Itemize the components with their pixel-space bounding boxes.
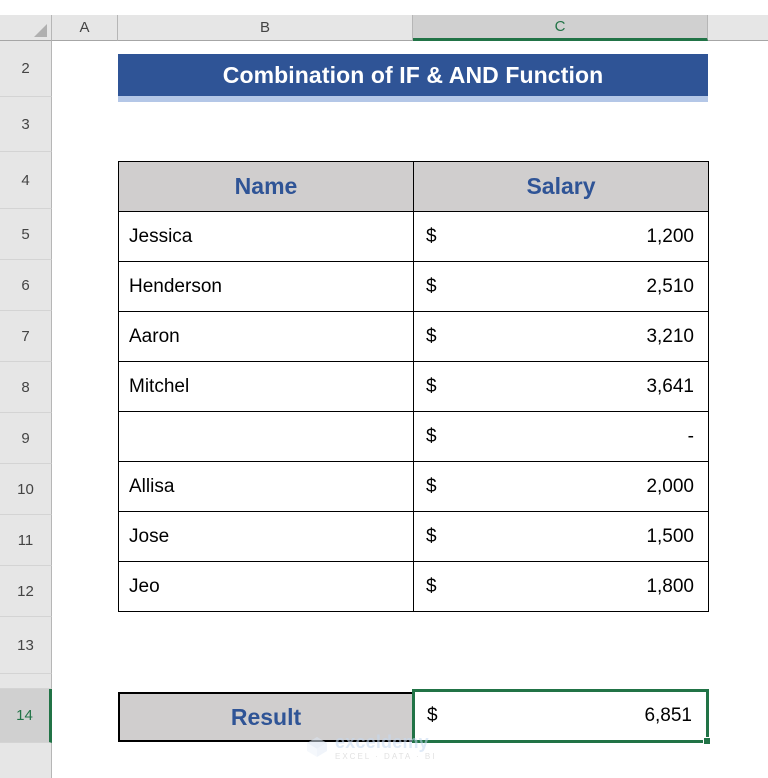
row-header-15[interactable] <box>0 743 52 778</box>
row-header-8[interactable]: 8 <box>0 362 52 413</box>
salary-amount: 3,641 <box>646 375 694 397</box>
row-header-12[interactable]: 12 <box>0 566 52 617</box>
salary-table: Name Salary Jessica $1,200 Henderson $2,510… <box>118 161 709 612</box>
row-header-11[interactable]: 11 <box>0 515 52 566</box>
result-value-cell[interactable]: $ 6,851 <box>412 689 709 743</box>
column-header-name: Name <box>118 161 414 212</box>
table-row: $ - <box>118 411 709 462</box>
currency-symbol: $ <box>426 225 437 247</box>
cell-name[interactable]: Jeo <box>118 561 414 612</box>
currency-symbol: $ <box>427 705 438 726</box>
currency-symbol: $ <box>426 575 437 597</box>
cell-name[interactable]: Henderson <box>118 261 414 312</box>
table-row: Jeo $1,800 <box>118 561 709 612</box>
column-header-d[interactable] <box>708 15 768 41</box>
column-header-c[interactable]: C <box>413 15 708 41</box>
spreadsheet-grid: A B C 2 3 4 5 6 7 8 9 10 11 12 13 14 Com… <box>0 0 768 778</box>
currency-symbol: $ <box>426 475 437 497</box>
column-header-b[interactable]: B <box>118 15 413 41</box>
row-header-7[interactable]: 7 <box>0 311 52 362</box>
result-label-cell[interactable]: Result <box>118 692 414 742</box>
table-row: Jessica $1,200 <box>118 211 709 262</box>
row-header-9[interactable]: 9 <box>0 413 52 464</box>
salary-amount: 1,200 <box>646 225 694 247</box>
cell-name[interactable]: Allisa <box>118 461 414 512</box>
row-header-4[interactable]: 4 <box>0 152 52 209</box>
result-amount: 6,851 <box>644 705 692 726</box>
row-header-13-pad <box>0 674 52 689</box>
row-header-6[interactable]: 6 <box>0 260 52 311</box>
page-title: Combination of IF & AND Function <box>222 61 604 88</box>
currency-symbol: $ <box>426 425 437 447</box>
cell-salary[interactable]: $2,000 <box>413 461 709 512</box>
row-header-5[interactable]: 5 <box>0 209 52 260</box>
currency-symbol: $ <box>426 275 437 297</box>
table-row: Henderson $2,510 <box>118 261 709 312</box>
exceldemy-tagline: EXCEL · DATA · BI <box>335 752 437 761</box>
cell-name[interactable]: Jessica <box>118 211 414 262</box>
table-row: Mitchel $3,641 <box>118 361 709 412</box>
cell-salary[interactable]: $ - <box>413 411 709 462</box>
row-header-3[interactable]: 3 <box>0 97 52 152</box>
column-header-salary: Salary <box>413 161 709 212</box>
cell-name[interactable]: Jose <box>118 511 414 562</box>
table-row: Aaron $3,210 <box>118 311 709 362</box>
table-row: Allisa $2,000 <box>118 461 709 512</box>
salary-amount: 3,210 <box>646 325 694 347</box>
row-header-10[interactable]: 10 <box>0 464 52 515</box>
salary-amount: 2,510 <box>646 275 694 297</box>
table-header-row: Name Salary <box>118 161 709 212</box>
sheet-title-banner: Combination of IF & AND Function <box>118 54 708 102</box>
row-header-13[interactable]: 13 <box>0 617 52 674</box>
column-header-a[interactable]: A <box>52 15 118 41</box>
select-all-triangle-icon <box>34 24 47 37</box>
table-row: Jose $1,500 <box>118 511 709 562</box>
select-all-corner[interactable] <box>0 15 52 41</box>
cell-name[interactable] <box>118 411 414 462</box>
cell-name[interactable]: Aaron <box>118 311 414 362</box>
salary-amount: 1,500 <box>646 525 694 547</box>
cell-salary[interactable]: $1,800 <box>413 561 709 612</box>
fill-handle[interactable] <box>703 737 711 745</box>
cell-salary[interactable]: $1,200 <box>413 211 709 262</box>
currency-symbol: $ <box>426 375 437 397</box>
salary-amount: 1,800 <box>646 575 694 597</box>
currency-symbol: $ <box>426 525 437 547</box>
cell-salary[interactable]: $3,641 <box>413 361 709 412</box>
salary-amount: 2,000 <box>646 475 694 497</box>
result-label-text: Result <box>230 703 302 730</box>
row-header-14[interactable]: 14 <box>0 689 52 743</box>
cell-salary[interactable]: $2,510 <box>413 261 709 312</box>
cell-salary[interactable]: $3,210 <box>413 311 709 362</box>
row-header-2[interactable]: 2 <box>0 41 52 97</box>
cell-name[interactable]: Mitchel <box>118 361 414 412</box>
salary-amount: - <box>687 425 694 447</box>
cell-salary[interactable]: $1,500 <box>413 511 709 562</box>
currency-symbol: $ <box>426 325 437 347</box>
